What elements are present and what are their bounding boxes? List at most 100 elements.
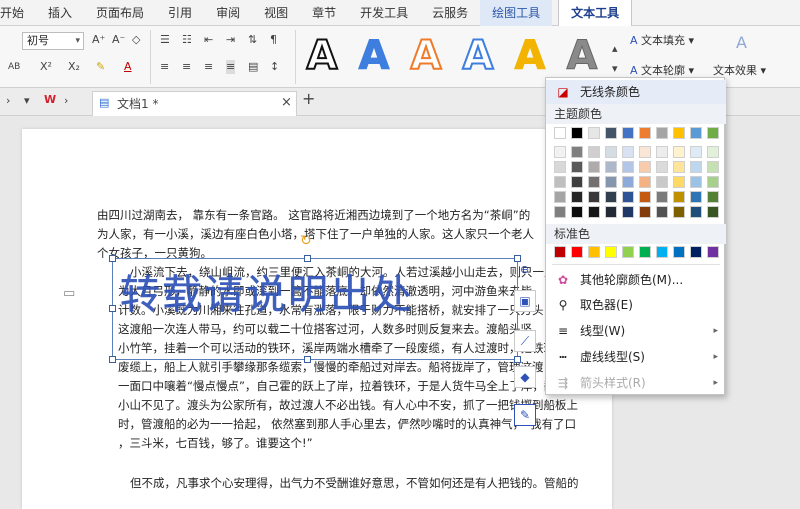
color-swatch[interactable] — [707, 127, 719, 139]
color-swatch[interactable] — [639, 161, 651, 173]
color-swatch[interactable] — [673, 176, 685, 188]
color-swatch[interactable] — [639, 127, 651, 139]
color-swatch[interactable] — [605, 161, 617, 173]
no-outline-option[interactable]: ◪ 无线条颜色 — [546, 80, 726, 104]
menu-item[interactable]: 云服务 — [420, 0, 480, 26]
color-swatch[interactable] — [690, 246, 702, 258]
menu-item[interactable]: 绘图工具 — [480, 0, 553, 26]
highlight-icon[interactable]: ✎ — [96, 60, 105, 74]
gallery-scroll-up-icon[interactable]: ▴ — [612, 42, 618, 56]
resize-handle[interactable] — [304, 356, 311, 363]
shape-style-icon[interactable]: ▣ — [514, 290, 536, 312]
font-shrink-icon[interactable]: A⁻ — [112, 33, 125, 47]
font-size-select[interactable]: 初号 ▾ — [22, 32, 84, 50]
color-swatch[interactable] — [571, 127, 583, 139]
color-swatch[interactable] — [571, 246, 583, 258]
color-swatch[interactable] — [639, 146, 651, 158]
menu-item[interactable]: 审阅 — [204, 0, 252, 26]
color-swatch[interactable] — [554, 191, 566, 203]
color-swatch[interactable] — [707, 191, 719, 203]
wordart-style-gray-gradient[interactable]: A — [560, 34, 604, 79]
menu-item[interactable]: 引用 — [156, 0, 204, 26]
color-swatch[interactable] — [571, 206, 583, 218]
color-swatch[interactable] — [656, 206, 668, 218]
arrow-style-option[interactable]: ⇶ 箭头样式(R) ▸ — [546, 371, 726, 395]
paragraph-mark-icon[interactable]: ¶ — [270, 33, 277, 47]
color-swatch[interactable] — [622, 127, 634, 139]
distribute-icon[interactable]: ▤ — [248, 60, 258, 74]
font-color-icon[interactable]: A — [124, 60, 132, 74]
font-grow-icon[interactable]: A⁺ — [92, 33, 105, 47]
color-swatch[interactable] — [673, 206, 685, 218]
color-swatch[interactable] — [622, 206, 634, 218]
menu-item[interactable]: 开发工具 — [348, 0, 420, 26]
color-swatch[interactable] — [588, 146, 600, 158]
menu-item[interactable]: 文本工具 — [558, 0, 633, 26]
color-swatch[interactable] — [690, 206, 702, 218]
text-effect-button[interactable]: 文本效果 ▾ — [713, 62, 766, 78]
color-swatch[interactable] — [588, 191, 600, 203]
page-nav-icon[interactable]: ▭ — [63, 287, 75, 301]
color-swatch[interactable] — [690, 191, 702, 203]
align-right-icon[interactable]: ≡ — [204, 60, 213, 74]
color-swatch[interactable] — [707, 246, 719, 258]
menu-item[interactable]: 插入 — [36, 0, 84, 26]
color-swatch[interactable] — [554, 246, 566, 258]
resize-handle[interactable] — [514, 356, 521, 363]
color-swatch[interactable] — [690, 161, 702, 173]
color-swatch[interactable] — [707, 161, 719, 173]
color-swatch[interactable] — [571, 161, 583, 173]
wordart-style-black-outline[interactable]: A — [300, 33, 344, 79]
resize-handle[interactable] — [304, 255, 311, 262]
resize-handle[interactable] — [514, 255, 521, 262]
color-swatch[interactable] — [588, 127, 600, 139]
color-swatch[interactable] — [605, 146, 617, 158]
wordart-text[interactable]: 转载请说明出处 — [120, 262, 414, 320]
align-left-icon[interactable]: ≡ — [160, 60, 169, 74]
wordart-style-gold-solid[interactable]: A — [508, 34, 552, 79]
strikethrough-icon[interactable]: AB — [8, 60, 20, 74]
color-swatch[interactable] — [639, 246, 651, 258]
resize-handle[interactable] — [109, 356, 116, 363]
sidebar-toggle-icon[interactable]: › — [6, 94, 10, 108]
color-swatch[interactable] — [673, 146, 685, 158]
numbered-list-icon[interactable]: ☷ — [182, 33, 192, 47]
color-swatch[interactable] — [639, 191, 651, 203]
color-swatch[interactable] — [622, 246, 634, 258]
color-swatch[interactable] — [554, 206, 566, 218]
color-swatch[interactable] — [554, 176, 566, 188]
line-spacing-icon[interactable]: ↕ — [270, 60, 279, 74]
color-swatch[interactable] — [656, 191, 668, 203]
wordart-style-blue-outline[interactable]: A — [456, 33, 500, 79]
color-swatch[interactable] — [673, 246, 685, 258]
wordart-style-orange-outline[interactable]: A — [404, 33, 448, 79]
color-swatch[interactable] — [656, 176, 668, 188]
bullet-list-icon[interactable]: ☰ — [160, 33, 170, 47]
minus-circle-icon[interactable]: ⊖ — [520, 263, 529, 277]
forward-icon[interactable]: › — [64, 94, 68, 108]
color-swatch[interactable] — [588, 176, 600, 188]
color-swatch[interactable] — [605, 176, 617, 188]
color-swatch[interactable] — [639, 176, 651, 188]
resize-handle[interactable] — [109, 255, 116, 262]
menu-item[interactable]: 开始 — [0, 0, 36, 26]
dash-style-option[interactable]: ┅ 虚线线型(S) ▸ — [546, 345, 726, 369]
color-swatch[interactable] — [656, 161, 668, 173]
menu-item[interactable]: 视图 — [252, 0, 300, 26]
color-swatch[interactable] — [673, 161, 685, 173]
resize-handle[interactable] — [109, 305, 116, 312]
chevron-down-icon[interactable]: ▾ — [24, 94, 30, 108]
color-swatch[interactable] — [622, 191, 634, 203]
superscript-icon[interactable]: X² — [40, 60, 52, 74]
color-swatch[interactable] — [571, 146, 583, 158]
align-center-icon[interactable]: ≡ — [182, 60, 191, 74]
color-swatch[interactable] — [673, 191, 685, 203]
fill-bucket-icon[interactable]: ◆ — [514, 366, 536, 388]
color-swatch[interactable] — [554, 161, 566, 173]
color-swatch[interactable] — [707, 176, 719, 188]
subscript-icon[interactable]: X₂ — [68, 60, 80, 74]
color-swatch[interactable] — [588, 246, 600, 258]
close-tab-icon[interactable]: × — [281, 96, 292, 110]
justify-icon[interactable]: ≡ — [226, 60, 236, 74]
color-swatch[interactable] — [690, 146, 702, 158]
